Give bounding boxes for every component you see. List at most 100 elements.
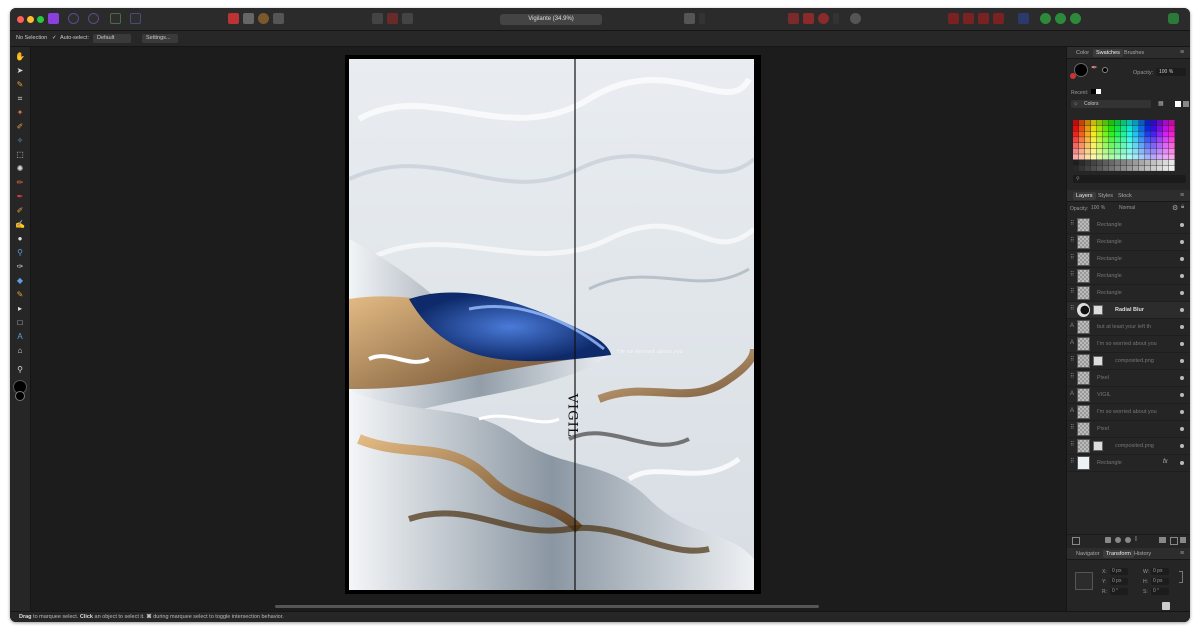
color-swatch[interactable]	[1079, 137, 1085, 143]
align-icon[interactable]	[1018, 13, 1029, 24]
color-swatch[interactable]	[1151, 142, 1157, 149]
color-swatch[interactable]	[1139, 131, 1145, 137]
color-swatch[interactable]	[1127, 137, 1133, 143]
clone-tool-icon[interactable]: ⚲	[15, 248, 25, 258]
color-swatch[interactable]	[1103, 154, 1109, 160]
tab-navigator[interactable]: Navigator	[1073, 550, 1103, 558]
color-swatch[interactable]	[1157, 154, 1163, 160]
color-swatch[interactable]	[1145, 159, 1151, 166]
color-swatch[interactable]	[1127, 165, 1133, 171]
color-swatch[interactable]	[1091, 120, 1097, 126]
color-swatch[interactable]	[1097, 159, 1103, 166]
color-swatch[interactable]	[1121, 125, 1127, 131]
color-swatch[interactable]	[1079, 165, 1085, 171]
magic-wand-icon[interactable]: ✧	[15, 136, 25, 146]
color-swatch[interactable]	[1103, 142, 1109, 149]
artwork-image[interactable]: VIGIL I'm so worried about you	[349, 59, 754, 590]
export-persona-icon[interactable]	[88, 13, 99, 24]
layer-row[interactable]: ⠿ Rectangle	[1067, 217, 1190, 234]
autoselect-dropdown[interactable]: Default	[93, 34, 131, 43]
visibility-toggle[interactable]	[1180, 342, 1184, 346]
color-swatch[interactable]	[1109, 142, 1115, 149]
color-swatch[interactable]	[1121, 148, 1127, 154]
zoom-window-button[interactable]	[37, 16, 44, 23]
move-tool-icon[interactable]: ➤	[15, 66, 25, 76]
color-swatch[interactable]	[1103, 131, 1109, 137]
layer-opacity-field[interactable]: 100 %	[1091, 205, 1113, 212]
anchor-point-selector[interactable]	[1075, 572, 1093, 590]
tab-swatches[interactable]: Swatches	[1093, 49, 1123, 57]
transparent-swatch-icon[interactable]	[1183, 101, 1189, 107]
color-swatch[interactable]	[1115, 154, 1121, 160]
color-swatch[interactable]	[1109, 159, 1115, 166]
panel-menu-icon[interactable]: ≡	[1180, 49, 1184, 56]
color-swatch[interactable]	[1169, 148, 1175, 154]
color-swatch[interactable]	[1091, 137, 1097, 143]
color-swatch[interactable]	[1097, 131, 1103, 137]
color-swatch[interactable]	[1073, 131, 1079, 137]
mask-icon[interactable]	[1105, 537, 1111, 543]
color-swatch[interactable]	[1109, 154, 1115, 160]
snapping-icon[interactable]	[803, 13, 814, 24]
swatch-search-input[interactable]: ⚲	[1073, 175, 1186, 183]
color-swatch[interactable]	[1097, 154, 1103, 160]
color-swatch[interactable]	[1139, 159, 1145, 166]
visibility-toggle[interactable]	[1180, 427, 1184, 431]
color-swatch[interactable]	[1073, 154, 1079, 160]
marquee-mode-icon[interactable]	[372, 13, 383, 24]
marquee-tool-icon[interactable]: ⬚	[15, 150, 25, 160]
invert-selection-icon[interactable]	[402, 13, 413, 24]
color-swatch[interactable]	[1145, 120, 1151, 126]
palette-dropdown[interactable]: ⬦ Colors	[1071, 100, 1151, 108]
color-swatch[interactable]	[1145, 148, 1151, 154]
color-swatch[interactable]	[1103, 137, 1109, 143]
minimize-window-button[interactable]	[27, 16, 34, 23]
color-swatch[interactable]	[1079, 131, 1085, 137]
color-swatch[interactable]	[1127, 148, 1133, 154]
visibility-toggle[interactable]	[1180, 240, 1184, 244]
paint-brush-icon[interactable]: ✏	[15, 178, 25, 188]
magnet-icon[interactable]	[818, 13, 829, 24]
visibility-toggle[interactable]	[1180, 376, 1184, 380]
color-swatch[interactable]	[1157, 142, 1163, 149]
layer-row[interactable]: Abut at least your left th	[1067, 319, 1190, 336]
color-swatch[interactable]	[1103, 165, 1109, 171]
color-swatch[interactable]	[1145, 125, 1151, 131]
color-swatch[interactable]	[1085, 137, 1091, 143]
tab-transform[interactable]: Transform	[1103, 550, 1134, 558]
move-to-back-icon[interactable]	[948, 13, 959, 24]
swap-colors-icon[interactable]	[1175, 101, 1181, 107]
pen-tool-icon[interactable]: ✎	[15, 80, 25, 90]
color-swatch[interactable]	[1115, 142, 1121, 149]
color-swatch[interactable]	[1121, 165, 1127, 171]
color-swatch[interactable]	[1157, 159, 1163, 166]
color-swatch[interactable]	[1145, 142, 1151, 149]
color-swatch[interactable]	[1109, 165, 1115, 171]
color-swatch[interactable]	[1151, 137, 1157, 143]
color-wheel-icon[interactable]	[258, 13, 269, 24]
visibility-toggle[interactable]	[1180, 308, 1184, 312]
color-swatch[interactable]	[1103, 125, 1109, 131]
color-swatch[interactable]	[1151, 131, 1157, 137]
layer-row[interactable]: ⠿ Pixel	[1067, 421, 1190, 438]
color-swatch[interactable]	[1085, 165, 1091, 171]
color-swatch[interactable]	[1091, 125, 1097, 131]
color-swatch[interactable]	[1139, 165, 1145, 171]
color-swatch[interactable]	[1097, 142, 1103, 149]
color-swatch[interactable]	[1115, 159, 1121, 166]
color-swatch[interactable]	[1109, 125, 1115, 131]
gear-icon[interactable]: ⚙	[1172, 204, 1178, 212]
recent-swatch-white[interactable]	[1096, 89, 1101, 94]
erase-brush-icon[interactable]: ✐	[15, 206, 25, 216]
panel-menu-icon[interactable]: ≡	[1180, 550, 1184, 557]
color-swatch[interactable]	[1169, 125, 1175, 131]
color-swatch[interactable]	[1133, 131, 1139, 137]
checkmark-icon[interactable]: ✓	[52, 35, 57, 41]
color-swatch[interactable]	[1109, 120, 1115, 126]
text-tool-icon[interactable]: A	[15, 332, 25, 342]
color-swatch[interactable]	[1115, 125, 1121, 131]
develop-persona-icon[interactable]	[110, 13, 121, 24]
eyedropper-icon[interactable]: ✒	[1091, 63, 1098, 72]
layer-row[interactable]: A VIGIL	[1067, 387, 1190, 404]
color-swatch[interactable]	[1133, 165, 1139, 171]
